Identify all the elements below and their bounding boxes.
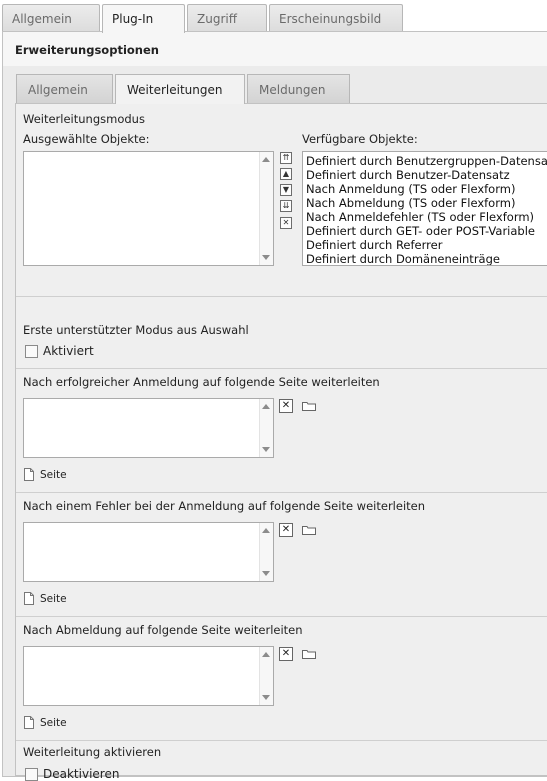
aktiviert-checkbox[interactable]	[25, 345, 38, 358]
folder-icon[interactable]	[302, 649, 316, 659]
tab-zugriff[interactable]: Zugriff	[187, 4, 267, 32]
folder-icon[interactable]	[302, 525, 316, 535]
field-scrollbar[interactable]	[259, 523, 273, 581]
section-title: Erweiterungsoptionen	[15, 43, 159, 57]
deaktivieren-checkbox[interactable]	[25, 768, 38, 781]
subtab-meldungen[interactable]: Meldungen	[247, 74, 350, 103]
available-objects-label: Verfügbare Objekte:	[302, 132, 418, 146]
selected-list-scrollbar[interactable]	[259, 152, 273, 265]
first-mode-section: Erste unterstützter Modus aus Auswahl Ak…	[16, 297, 547, 369]
available-item[interactable]: Definiert durch Referrer	[303, 238, 547, 252]
subtab-weiterleitungen[interactable]: Weiterleitungen	[115, 74, 245, 104]
activate-redirect-section: Weiterleitung aktivieren Deaktivieren	[16, 741, 547, 781]
redirect-mode-section: Weiterleitungsmodus Ausgewählte Objekte:…	[16, 104, 547, 297]
available-item[interactable]: Nach Abmeldung (TS oder Flexform)	[303, 196, 547, 210]
after-logout-page-field[interactable]	[23, 646, 274, 706]
remove-page-button[interactable]: ✕	[279, 647, 293, 661]
page-icon	[24, 716, 34, 729]
activate-redirect-label: Weiterleitung aktivieren	[23, 745, 162, 759]
selected-objects-list[interactable]	[23, 151, 274, 266]
top-tab-bar: Allgemein Plug-In Zugriff Erscheinungsbi…	[0, 0, 547, 33]
scroll-down-arrow[interactable]	[262, 695, 270, 700]
panel-header: Erweiterungsoptionen	[3, 32, 547, 66]
page-link-label: Seite	[40, 469, 67, 481]
remove-selected-button[interactable]: ✕	[280, 217, 292, 229]
available-item[interactable]: Definiert durch GET- oder POST-Variable	[303, 224, 547, 238]
available-item[interactable]: Nach Anmeldung (TS oder Flexform)	[303, 182, 547, 196]
after-error-label: Nach einem Fehler bei der Anmeldung auf …	[23, 499, 426, 513]
aktiviert-label: Aktiviert	[43, 344, 94, 358]
page-icon	[24, 468, 34, 481]
folder-icon[interactable]	[302, 401, 316, 411]
page-link-label: Seite	[40, 593, 67, 605]
after-login-section: Nach erfolgreicher Anmeldung auf folgend…	[16, 369, 547, 493]
tab-plug-in[interactable]: Plug-In	[102, 4, 185, 33]
available-objects-list[interactable]: Definiert durch Benutzergruppen-Datensat…	[302, 151, 547, 266]
redirect-mode-label: Weiterleitungsmodus	[23, 112, 145, 126]
scroll-down-arrow[interactable]	[262, 571, 270, 576]
redirect-settings-panel: Weiterleitungsmodus Ausgewählte Objekte:…	[15, 103, 547, 781]
scroll-up-arrow[interactable]	[262, 528, 270, 533]
scroll-up-arrow[interactable]	[262, 157, 270, 162]
available-item[interactable]: Nach Anmeldefehler (TS oder Flexform)	[303, 210, 547, 224]
after-logout-label: Nach Abmeldung auf folgende Seite weiter…	[23, 623, 303, 637]
subtab-allgemein[interactable]: Allgemein	[16, 74, 113, 103]
scroll-up-arrow[interactable]	[262, 404, 270, 409]
after-login-page-field[interactable]	[23, 398, 274, 458]
field-scrollbar[interactable]	[259, 399, 273, 457]
move-up-button[interactable]: ▲	[280, 168, 292, 180]
available-item[interactable]: Definiert durch Benutzergruppen-Datensat…	[303, 154, 547, 168]
available-item[interactable]: Definiert durch Domäneneinträge	[303, 252, 547, 265]
scroll-up-arrow[interactable]	[262, 652, 270, 657]
available-item[interactable]: Definiert durch Benutzer-Datensatz	[303, 168, 547, 182]
after-error-page-field[interactable]	[23, 522, 274, 582]
selected-objects-label: Ausgewählte Objekte:	[23, 132, 150, 146]
move-bottom-button[interactable]: ⇊	[280, 200, 292, 212]
scroll-down-arrow[interactable]	[262, 447, 270, 452]
move-down-button[interactable]: ▼	[280, 184, 292, 196]
after-error-section: Nach einem Fehler bei der Anmeldung auf …	[16, 493, 547, 617]
tab-erscheinungsbild[interactable]: Erscheinungsbild	[269, 4, 403, 32]
plugin-panel: Erweiterungsoptionen Allgemein Weiterlei…	[2, 31, 547, 781]
field-scrollbar[interactable]	[259, 647, 273, 705]
scroll-down-arrow[interactable]	[262, 255, 270, 260]
tab-allgemein[interactable]: Allgemein	[2, 4, 100, 32]
page-link-label: Seite	[40, 717, 67, 729]
first-mode-label: Erste unterstützter Modus aus Auswahl	[23, 323, 249, 337]
after-login-label: Nach erfolgreicher Anmeldung auf folgend…	[23, 375, 380, 389]
sub-tab-bar: Allgemein Weiterleitungen Meldungen	[3, 74, 547, 104]
move-top-button[interactable]: ⇈	[280, 152, 292, 164]
page-icon	[24, 592, 34, 605]
remove-page-button[interactable]: ✕	[279, 523, 293, 537]
deaktivieren-label: Deaktivieren	[43, 767, 120, 781]
remove-page-button[interactable]: ✕	[279, 399, 293, 413]
after-logout-section: Nach Abmeldung auf folgende Seite weiter…	[16, 617, 547, 741]
